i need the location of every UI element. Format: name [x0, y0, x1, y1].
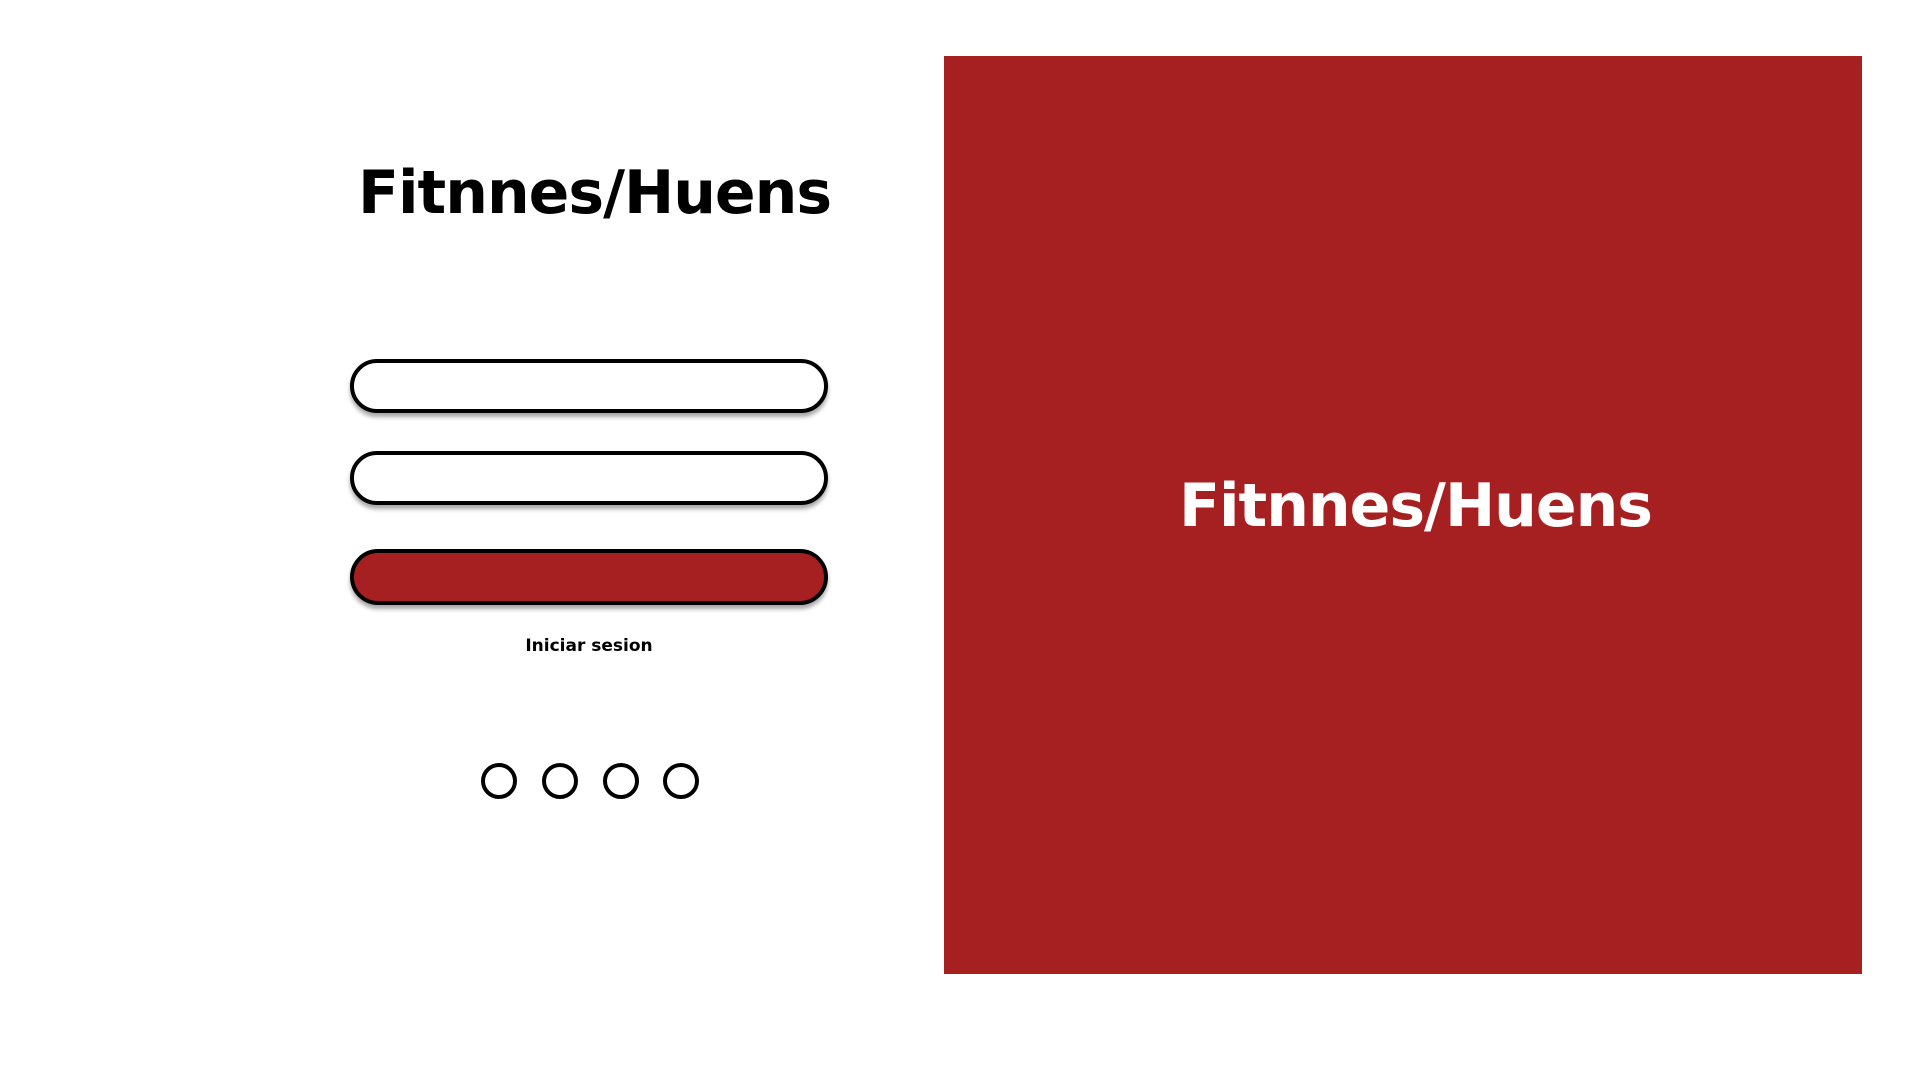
social-login-4-circle-icon[interactable] — [663, 763, 699, 799]
social-login-2-circle-icon[interactable] — [542, 763, 578, 799]
brand-panel-title: Fitnnes/Huens — [1178, 471, 1653, 541]
login-caption: Iniciar sesion — [525, 636, 653, 656]
login-page: Fitnnes/Huens Iniciar sesion Fitnnes/Hue… — [0, 0, 1920, 1080]
login-panel: Fitnnes/Huens Iniciar sesion — [0, 0, 940, 1080]
social-login-1-circle-icon[interactable] — [481, 763, 517, 799]
password-field[interactable] — [350, 451, 828, 505]
social-login-3-circle-icon[interactable] — [603, 763, 639, 799]
brand-title: Fitnnes/Huens — [358, 158, 832, 228]
brand-panel: Fitnnes/Huens — [944, 56, 1862, 974]
username-field[interactable] — [350, 359, 828, 413]
login-button[interactable] — [350, 549, 828, 605]
